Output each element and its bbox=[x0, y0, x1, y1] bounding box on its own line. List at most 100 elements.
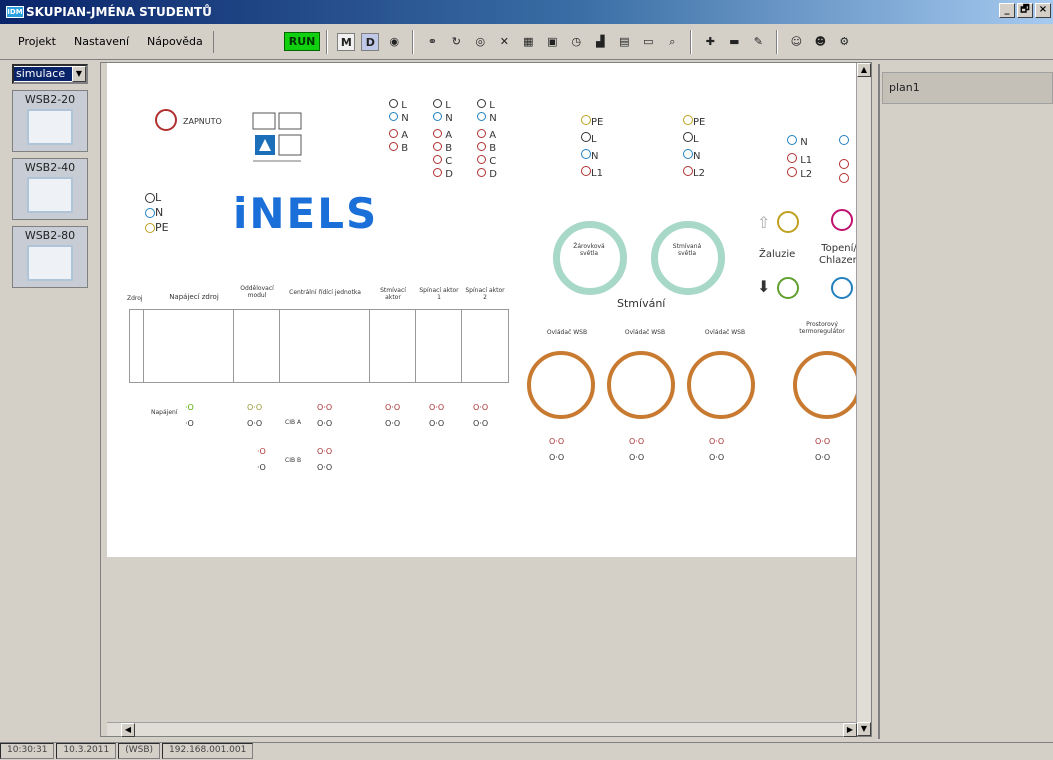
mode-select[interactable]: simulace ▼ bbox=[12, 64, 88, 84]
menu-nastaveni[interactable]: Nastavení bbox=[70, 35, 133, 48]
terminal-pair[interactable]: O·O bbox=[247, 403, 262, 413]
terminal-icon[interactable] bbox=[433, 129, 442, 138]
terminal-pair[interactable]: ·O bbox=[257, 463, 266, 473]
terminal-icon[interactable] bbox=[433, 112, 442, 121]
terminal-pair[interactable]: O·O bbox=[317, 403, 332, 413]
edit-item-icon[interactable]: ✎ bbox=[749, 33, 767, 51]
wsb-controller-2[interactable] bbox=[607, 351, 675, 419]
terminal-icon[interactable] bbox=[389, 142, 398, 151]
user-settings-icon[interactable]: ⚙ bbox=[835, 33, 853, 51]
terminal-icon[interactable] bbox=[787, 135, 797, 145]
scroll-right-button[interactable]: ▶ bbox=[843, 723, 857, 737]
terminal-pair[interactable]: O·O bbox=[549, 453, 564, 463]
rail-module-napajeci[interactable] bbox=[144, 310, 234, 382]
terminal-pair[interactable]: ·O bbox=[185, 419, 194, 429]
terminal-pair[interactable]: O·O bbox=[709, 437, 724, 447]
module-wsb2-80[interactable]: WSB2-80 bbox=[12, 226, 88, 288]
terminal-icon[interactable] bbox=[477, 129, 486, 138]
terminal-pair[interactable]: O·O bbox=[473, 419, 488, 429]
monitor-icon[interactable]: ▭ bbox=[639, 33, 657, 51]
arrow-up-icon[interactable]: ⇧ bbox=[757, 213, 770, 232]
user-icon[interactable]: ☻ bbox=[811, 33, 829, 51]
module-icon[interactable]: ▣ bbox=[543, 33, 561, 51]
terminal-icon[interactable] bbox=[477, 155, 486, 164]
terminal-icon[interactable] bbox=[683, 132, 693, 142]
dimmer-ring-2[interactable] bbox=[651, 221, 725, 295]
terminal-icon[interactable] bbox=[477, 99, 486, 108]
wsb-controller-1[interactable] bbox=[527, 351, 595, 419]
wsb-controller-3[interactable] bbox=[687, 351, 755, 419]
chevron-down-icon[interactable]: ▼ bbox=[72, 66, 86, 82]
terminal-pair[interactable]: O·O bbox=[815, 437, 830, 447]
terminal-icon[interactable] bbox=[683, 149, 693, 159]
scroll-up-button[interactable]: ▲ bbox=[857, 63, 871, 77]
clock-icon[interactable]: ◷ bbox=[567, 33, 585, 51]
terminal-pair[interactable]: O·O bbox=[247, 419, 262, 429]
terminal-pair[interactable]: O·O bbox=[385, 419, 400, 429]
terminal-icon[interactable] bbox=[433, 99, 442, 108]
plan-item[interactable]: plan1 bbox=[882, 72, 1053, 104]
terminal-pair[interactable]: O·O bbox=[815, 453, 830, 463]
terminal-icon[interactable] bbox=[389, 99, 398, 108]
rail-module-zdroj[interactable] bbox=[130, 310, 144, 382]
module-wsb2-40[interactable]: WSB2-40 bbox=[12, 158, 88, 220]
terminal-icon[interactable] bbox=[839, 173, 849, 183]
terminal-pair[interactable]: O·O bbox=[629, 437, 644, 447]
terminal-icon[interactable] bbox=[787, 153, 797, 163]
terminal-icon[interactable] bbox=[389, 129, 398, 138]
terminal-pair[interactable]: O·O bbox=[385, 403, 400, 413]
terminal-icon[interactable] bbox=[581, 115, 591, 125]
heating-button[interactable] bbox=[831, 209, 853, 231]
rail-module-spinaci-1[interactable] bbox=[416, 310, 462, 382]
zapnuto-indicator[interactable] bbox=[155, 109, 177, 131]
rail-module-spinaci-2[interactable] bbox=[462, 310, 508, 382]
terminal-icon[interactable] bbox=[683, 166, 693, 176]
globe-icon[interactable]: ◉ bbox=[385, 33, 403, 51]
target-icon[interactable]: ◎ bbox=[471, 33, 489, 51]
terminal-icon[interactable] bbox=[477, 168, 486, 177]
terminal-icon[interactable] bbox=[145, 223, 155, 234]
mode-m-button[interactable]: M bbox=[337, 32, 356, 51]
terminal-icon[interactable] bbox=[433, 155, 442, 164]
terminal-pair[interactable]: O·O bbox=[429, 419, 444, 429]
terminal-icon[interactable] bbox=[839, 135, 849, 145]
scroll-down-button[interactable]: ▼ bbox=[857, 722, 871, 736]
terminal-icon[interactable] bbox=[839, 159, 849, 169]
terminal-icon[interactable] bbox=[145, 208, 155, 219]
rail-module-stmivaci[interactable] bbox=[370, 310, 416, 382]
run-button[interactable]: RUN bbox=[283, 32, 321, 51]
terminal-pair[interactable]: O·O bbox=[317, 447, 332, 457]
vertical-scrollbar[interactable]: ▲ ▼ bbox=[856, 63, 871, 736]
document-icon[interactable]: ▤ bbox=[615, 33, 633, 51]
module-wsb2-20[interactable]: WSB2-20 bbox=[12, 90, 88, 152]
close-button[interactable]: × bbox=[1035, 3, 1051, 18]
chart-icon[interactable]: ▟ bbox=[591, 33, 609, 51]
terminal-pair[interactable]: O·O bbox=[317, 463, 332, 473]
terminal-icon[interactable] bbox=[433, 168, 442, 177]
terminal-icon[interactable] bbox=[581, 166, 591, 176]
terminal-pair[interactable]: O·O bbox=[317, 419, 332, 429]
room-thermostat[interactable] bbox=[793, 351, 861, 419]
menu-projekt[interactable]: Projekt bbox=[14, 35, 60, 48]
blind-down-button[interactable] bbox=[777, 277, 799, 299]
terminal-icon[interactable] bbox=[787, 167, 797, 177]
terminal-pair[interactable]: ·O bbox=[185, 403, 194, 413]
terminal-icon[interactable] bbox=[389, 112, 398, 121]
cooling-button[interactable] bbox=[831, 277, 853, 299]
terminal-pair[interactable]: O·O bbox=[549, 437, 564, 447]
link-icon[interactable]: ⚭ bbox=[423, 33, 441, 51]
terminal-icon[interactable] bbox=[433, 142, 442, 151]
add-user-icon[interactable]: ☺ bbox=[787, 33, 805, 51]
dimmer-ring-1[interactable] bbox=[553, 221, 627, 295]
arrow-down-icon[interactable]: ⬇ bbox=[757, 277, 770, 296]
terminal-icon[interactable] bbox=[477, 142, 486, 151]
terminal-icon[interactable] bbox=[145, 193, 155, 203]
add-item-icon[interactable]: ✚ bbox=[701, 33, 719, 51]
terminal-icon[interactable] bbox=[581, 149, 591, 159]
rail-module-oddelovaci[interactable] bbox=[234, 310, 280, 382]
terminal-icon[interactable] bbox=[683, 115, 693, 125]
search-icon[interactable]: ⌕ bbox=[663, 33, 681, 51]
minimize-button[interactable]: _ bbox=[999, 3, 1015, 18]
remove-item-icon[interactable]: ▬ bbox=[725, 33, 743, 51]
terminal-pair[interactable]: O·O bbox=[429, 403, 444, 413]
